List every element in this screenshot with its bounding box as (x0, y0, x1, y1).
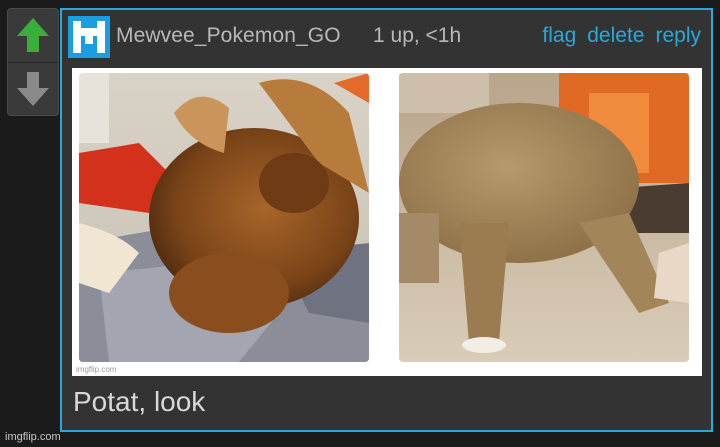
image-panel-right (399, 73, 689, 362)
comment-actions: flag delete reply (542, 24, 701, 48)
delete-link[interactable]: delete (587, 24, 644, 48)
footer-watermark: imgflip.com (5, 431, 61, 443)
image-panel-left (79, 73, 369, 362)
comment-caption: Potat, look (73, 386, 206, 417)
downvote-button[interactable] (8, 63, 58, 115)
user-avatar-icon[interactable] (68, 16, 110, 58)
dog-photo-right (399, 73, 689, 362)
comment-header: Mewvee_Pokemon_GO 1 up, <1h flag delete … (62, 10, 711, 62)
arrow-up-icon (17, 18, 49, 52)
vote-column (7, 8, 59, 116)
arrow-down-icon (17, 72, 49, 106)
image-watermark: imgflip.com (76, 365, 117, 374)
flag-link[interactable]: flag (542, 24, 576, 48)
comment-image[interactable]: imgflip.com (72, 68, 702, 376)
comment-card: Mewvee_Pokemon_GO 1 up, <1h flag delete … (60, 8, 713, 432)
reply-link[interactable]: reply (655, 24, 701, 48)
dog-photo-left (79, 73, 369, 362)
upvote-button[interactable] (8, 9, 58, 61)
comment-username[interactable]: Mewvee_Pokemon_GO (116, 24, 341, 48)
comment-meta: 1 up, <1h (373, 24, 462, 47)
